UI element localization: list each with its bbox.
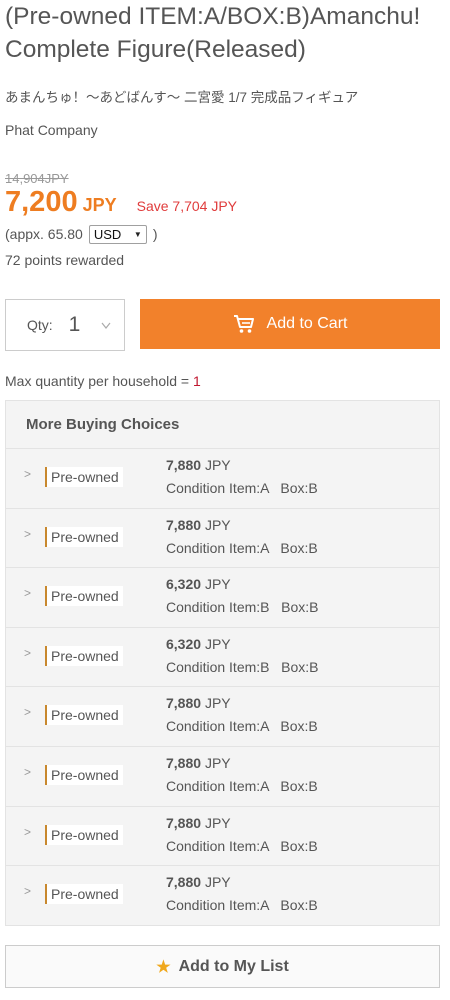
chevron-right-icon: > bbox=[24, 824, 32, 839]
choice-condition: Condition Item:A Box:B bbox=[166, 837, 318, 854]
price-row: 7,200 JPY Save 7,704 JPY bbox=[5, 186, 237, 220]
condition-tag: Pre-owned bbox=[45, 586, 123, 607]
choice-condition: Condition Item:B Box:B bbox=[166, 658, 319, 675]
max-qty-value: 1 bbox=[192, 373, 201, 389]
price-currency: JPY bbox=[82, 195, 117, 215]
choice-condition: Condition Item:A Box:B bbox=[166, 777, 318, 794]
choice-price-currency: JPY bbox=[204, 754, 231, 771]
qty-value: 1 bbox=[68, 313, 81, 336]
choice-condition: Condition Item:A Box:B bbox=[166, 539, 318, 556]
choice-price: 7,880 JPY bbox=[166, 755, 231, 771]
add-to-cart-button[interactable]: Add to Cart bbox=[140, 299, 440, 349]
choice-row[interactable]: > Pre-owned 7,880 JPY Condition Item:A B… bbox=[6, 449, 439, 509]
choice-price-value: 7,880 bbox=[166, 516, 202, 533]
sale-price: 7,200 bbox=[5, 186, 78, 218]
choice-price-currency: JPY bbox=[204, 457, 231, 473]
choice-price-value: 7,880 bbox=[166, 874, 202, 891]
choice-condition: Condition Item:A Box:B bbox=[166, 718, 318, 735]
cart-icon bbox=[233, 315, 254, 333]
choice-price-currency: JPY bbox=[204, 695, 231, 712]
condition-tag: Pre-owned bbox=[45, 645, 123, 666]
choice-price: 6,320 JPY bbox=[166, 576, 231, 592]
chevron-right-icon: > bbox=[24, 467, 32, 481]
choice-price-value: 7,880 bbox=[166, 457, 202, 473]
caret-down-icon: ▼ bbox=[133, 229, 142, 239]
choice-condition: Condition Item:A Box:B bbox=[166, 480, 318, 496]
add-to-my-list-button[interactable]: ★ Add to My List bbox=[5, 945, 440, 988]
chevron-right-icon: > bbox=[24, 526, 32, 541]
approx-price: (appx. 65.80 USD ▼ ) bbox=[5, 223, 158, 245]
more-buying-choices: More Buying Choices > Pre-owned 7,880 JP… bbox=[5, 400, 440, 926]
choice-row[interactable]: > Pre-owned 6,320 JPY Condition Item:B B… bbox=[6, 628, 439, 688]
choice-price-currency: JPY bbox=[204, 516, 231, 533]
condition-tag: Pre-owned bbox=[45, 467, 123, 487]
condition-tag: Pre-owned bbox=[45, 884, 123, 905]
add-to-cart-label: Add to Cart bbox=[266, 315, 348, 332]
condition-tag: Pre-owned bbox=[45, 824, 123, 845]
condition-tag: Pre-owned bbox=[45, 705, 123, 726]
condition-tag: Pre-owned bbox=[45, 526, 123, 547]
product-page: (Pre-owned ITEM:A/BOX:B)Amanchu! Complet… bbox=[0, 0, 450, 1000]
approx-prefix: (appx. 65.80 bbox=[5, 226, 83, 242]
chevron-right-icon: > bbox=[24, 586, 32, 601]
points-rewarded: 72 points rewarded bbox=[5, 252, 125, 268]
choice-price-currency: JPY bbox=[204, 814, 231, 831]
maker-name: Phat Company bbox=[5, 122, 98, 138]
choice-price-currency: JPY bbox=[204, 635, 231, 652]
original-price: 14,904JPY bbox=[5, 171, 69, 186]
choice-row[interactable]: > Pre-owned 7,880 JPY Condition Item:A B… bbox=[6, 687, 439, 747]
product-title-line2: Complete Figure(Released) bbox=[5, 36, 306, 63]
japanese-name: あまんちゅ！～あどばんす～ 二宮愛 1/7 完成品フィギュア bbox=[5, 90, 359, 105]
chevron-right-icon: > bbox=[24, 884, 32, 899]
choice-row[interactable]: > Pre-owned 7,880 JPY Condition Item:A B… bbox=[6, 866, 439, 926]
choice-price: 7,880 JPY bbox=[166, 815, 231, 831]
product-title-line1: (Pre-owned ITEM:A/BOX:B)Amanchu! bbox=[5, 3, 421, 30]
choice-condition: Condition Item:A Box:B bbox=[166, 897, 318, 914]
choice-price-value: 7,880 bbox=[166, 754, 202, 771]
choice-price: 7,880 JPY bbox=[166, 874, 231, 890]
condition-tag: Pre-owned bbox=[45, 764, 123, 785]
chevron-right-icon: > bbox=[24, 645, 32, 660]
choice-price: 7,880 JPY bbox=[166, 517, 231, 533]
star-icon: ★ bbox=[156, 958, 171, 976]
more-choices-heading: More Buying Choices bbox=[6, 401, 439, 449]
qty-label: Qty: bbox=[27, 317, 53, 333]
chevron-right-icon: > bbox=[24, 764, 32, 779]
choice-row[interactable]: > Pre-owned 6,320 JPY Condition Item:B B… bbox=[6, 568, 439, 628]
choice-condition: Condition Item:B Box:B bbox=[166, 599, 319, 616]
currency-select[interactable]: USD ▼ bbox=[88, 224, 147, 244]
max-quantity-note: Max quantity per household = 1 bbox=[5, 373, 201, 389]
choice-price-value: 7,880 bbox=[166, 695, 202, 712]
max-qty-text: Max quantity per household = bbox=[5, 373, 193, 389]
choice-price-value: 7,880 bbox=[166, 814, 202, 831]
choice-price-value: 6,320 bbox=[166, 635, 202, 652]
choice-price-currency: JPY bbox=[204, 874, 231, 891]
save-amount: Save 7,704 JPY bbox=[136, 198, 238, 214]
currency-select-value: USD bbox=[93, 226, 122, 242]
chevron-down-icon bbox=[101, 322, 111, 329]
choice-price-value: 6,320 bbox=[166, 576, 202, 593]
approx-suffix: ) bbox=[152, 226, 158, 242]
choice-row[interactable]: > Pre-owned 7,880 JPY Condition Item:A B… bbox=[6, 509, 439, 569]
chevron-right-icon: > bbox=[24, 705, 32, 720]
product-title: (Pre-owned ITEM:A/BOX:B)Amanchu! Complet… bbox=[5, 0, 450, 66]
add-to-my-list-label: Add to My List bbox=[178, 957, 289, 975]
choice-price: 7,880 JPY bbox=[166, 457, 231, 473]
choice-row[interactable]: > Pre-owned 7,880 JPY Condition Item:A B… bbox=[6, 807, 439, 867]
choice-price-currency: JPY bbox=[204, 576, 231, 593]
quantity-selector[interactable]: Qty: 1 bbox=[5, 299, 125, 351]
choice-price: 7,880 JPY bbox=[166, 695, 231, 711]
choice-row[interactable]: > Pre-owned 7,880 JPY Condition Item:A B… bbox=[6, 747, 439, 807]
choice-price: 6,320 JPY bbox=[166, 636, 231, 652]
